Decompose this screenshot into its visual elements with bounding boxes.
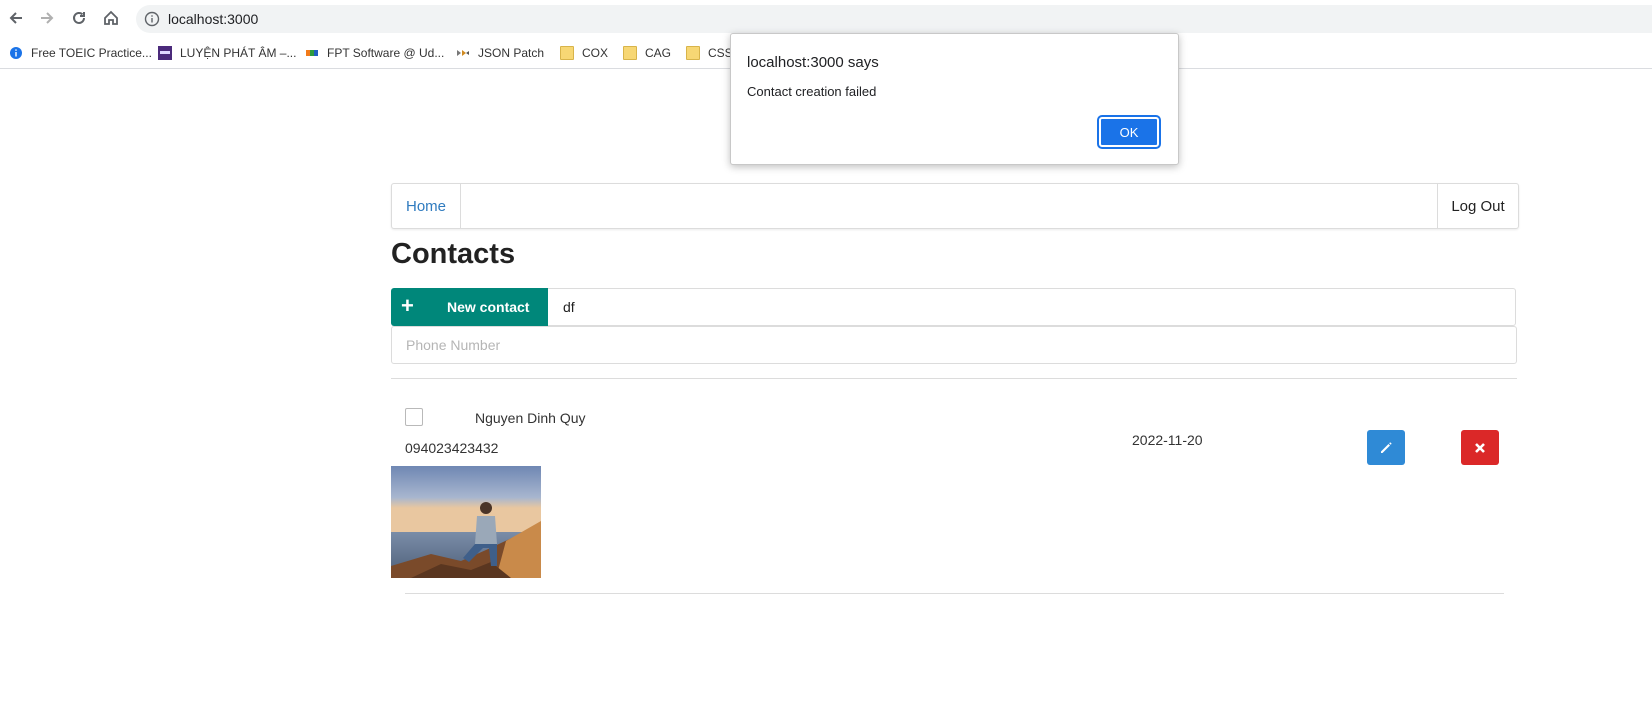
- bookmark-item[interactable]: Free TOEIC Practice...: [9, 44, 152, 62]
- name-input[interactable]: [548, 288, 1516, 326]
- address-bar[interactable]: localhost:3000: [136, 5, 1652, 33]
- reload-icon[interactable]: [67, 6, 91, 30]
- bookmark-label: Free TOEIC Practice...: [31, 46, 152, 60]
- fpt-favicon: [306, 50, 318, 56]
- contact-checkbox[interactable]: [405, 408, 423, 426]
- bookmark-label: JSON Patch: [478, 46, 545, 60]
- url-text[interactable]: localhost:3000: [168, 11, 258, 27]
- folder-icon: [623, 46, 637, 60]
- logout-link[interactable]: Log Out: [1437, 184, 1518, 228]
- bookmark-label: CAG: [645, 46, 672, 60]
- bookmark-folder[interactable]: COX: [560, 44, 608, 62]
- delete-button[interactable]: [1461, 430, 1499, 465]
- bookmark-item[interactable]: FPT Software @ Ud...: [305, 44, 444, 62]
- folder-icon: [686, 46, 700, 60]
- dialog-message: Contact creation failed: [747, 84, 877, 99]
- bookmark-label: COX: [582, 46, 609, 60]
- plus-icon: +: [401, 293, 414, 318]
- page-title: Contacts: [391, 238, 516, 270]
- nav-home-link[interactable]: Home: [392, 184, 461, 228]
- contact-photo: [391, 466, 541, 578]
- contact-phone: 094023423432: [405, 440, 499, 456]
- folder-icon: [560, 46, 574, 60]
- new-contact-label: New contact: [447, 299, 530, 315]
- alert-dialog: localhost:3000 says Contact creation fai…: [730, 33, 1179, 165]
- phone-number-input[interactable]: [391, 326, 1517, 364]
- edit-button[interactable]: [1367, 430, 1405, 465]
- contact-name: Nguyen Dinh Quy: [475, 410, 586, 426]
- home-icon[interactable]: [99, 6, 123, 30]
- bookmark-label: LUYỆN PHÁT ÂM –...: [180, 46, 297, 60]
- info-icon[interactable]: [144, 11, 160, 32]
- json-patch-favicon: [457, 50, 469, 56]
- browser-toolbar: localhost:3000: [0, 0, 1652, 37]
- divider: [391, 378, 1517, 379]
- ok-button[interactable]: OK: [1097, 115, 1161, 149]
- contact-date: 2022-11-20: [1132, 432, 1203, 448]
- top-navbar: Home Log Out: [391, 183, 1519, 229]
- bookmark-label: CSS: [708, 46, 733, 60]
- divider: [405, 593, 1504, 594]
- bookmark-item[interactable]: JSON Patch: [456, 44, 544, 62]
- bookmark-folder[interactable]: CSS: [686, 44, 733, 62]
- bookmark-label: FPT Software @ Ud...: [327, 46, 445, 60]
- site-favicon: [158, 46, 172, 60]
- close-icon: [1475, 442, 1485, 453]
- back-arrow-icon[interactable]: [4, 6, 28, 30]
- bookmark-folder[interactable]: CAG: [623, 44, 671, 62]
- bookmark-item[interactable]: LUYỆN PHÁT ÂM –...: [158, 44, 296, 62]
- dialog-title: localhost:3000 says: [747, 54, 879, 71]
- forward-arrow-icon[interactable]: [35, 6, 59, 30]
- pencil-icon: [1381, 441, 1392, 453]
- new-contact-button[interactable]: + New contact: [391, 288, 548, 326]
- info-circle-icon: [10, 47, 22, 59]
